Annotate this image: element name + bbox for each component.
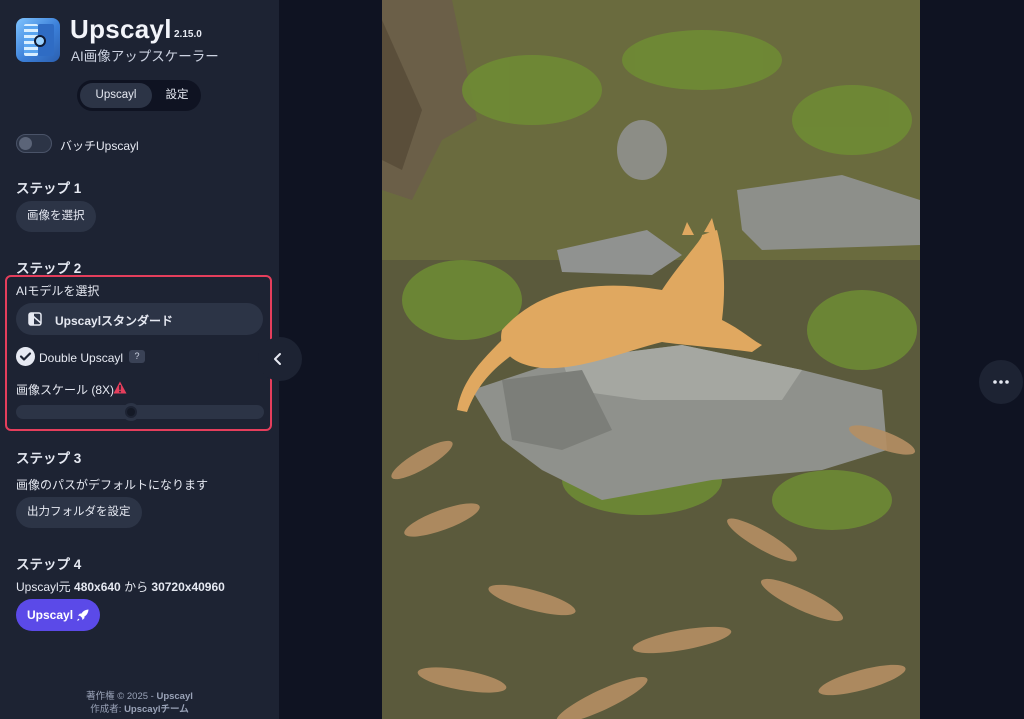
help-badge[interactable]: ? [129, 350, 145, 363]
double-upscayl-label: Double Upscayl [39, 351, 124, 365]
tab-settings[interactable]: 設定 [157, 83, 197, 108]
step4-heading: ステップ 4 [16, 557, 82, 572]
author-prefix: 作成者: [90, 704, 125, 715]
model-icon [28, 312, 42, 326]
footer-author: 作成者: Upscaylチーム [0, 701, 279, 715]
set-output-folder-button[interactable]: 出力フォルダを設定 [16, 497, 142, 528]
batch-label: バッチUpscayl [60, 139, 139, 153]
app-version: 2.15.0 [174, 29, 202, 40]
toggle-knob [19, 137, 32, 150]
step2-heading: ステップ 2 [16, 261, 82, 276]
step4-size-text: Upscayl元 480x640 から 30720x40960 [16, 578, 225, 595]
double-upscayl-checkbox[interactable] [16, 347, 35, 366]
scale-slider-track[interactable] [16, 405, 264, 419]
warning-icon [113, 381, 127, 394]
step4-text-prefix: Upscayl元 [16, 580, 75, 594]
upscayl-button[interactable]: Upscayl [16, 599, 100, 631]
model-select-button[interactable]: Upscaylスタンダード [16, 303, 263, 335]
scale-label: 画像スケール (8X) [16, 383, 115, 397]
from-size: 480x640 [74, 580, 121, 594]
step1-heading: ステップ 1 [16, 181, 82, 196]
upscayl-button-label: Upscayl [27, 608, 74, 622]
step3-note: 画像のパスがデフォルトになります [16, 478, 209, 492]
upscayl-logo [16, 18, 60, 62]
more-horizontal-icon [993, 380, 1009, 384]
rocket-icon [77, 609, 89, 621]
model-select-label: AIモデルを選択 [16, 284, 100, 298]
step4-text-mid: から [120, 580, 152, 594]
app-title: Upscayl [70, 14, 172, 44]
model-select-value: Upscaylスタンダード [55, 314, 174, 328]
collapse-sidebar-button[interactable] [258, 337, 302, 381]
tab-upscayl[interactable]: Upscayl [80, 83, 152, 108]
tab-bar: Upscayl 設定 [77, 80, 201, 111]
more-options-button[interactable] [979, 360, 1023, 404]
to-size: 30720x40960 [151, 580, 225, 594]
step3-heading: ステップ 3 [16, 451, 82, 466]
preview-image [382, 0, 920, 719]
app-subtitle: AI画像アップスケーラー [71, 49, 219, 64]
select-image-button[interactable]: 画像を選択 [16, 201, 96, 232]
check-icon [19, 352, 32, 361]
chevron-left-icon [274, 353, 281, 365]
author-name: Upscaylチーム [124, 704, 189, 715]
footer-copyright: 著作権 © 2025 - Upscayl [0, 688, 279, 702]
scale-slider-handle[interactable] [122, 403, 140, 421]
batch-toggle[interactable] [16, 134, 52, 153]
sidebar: Upscayl 2.15.0 AI画像アップスケーラー Upscayl 設定 バ… [0, 0, 279, 719]
